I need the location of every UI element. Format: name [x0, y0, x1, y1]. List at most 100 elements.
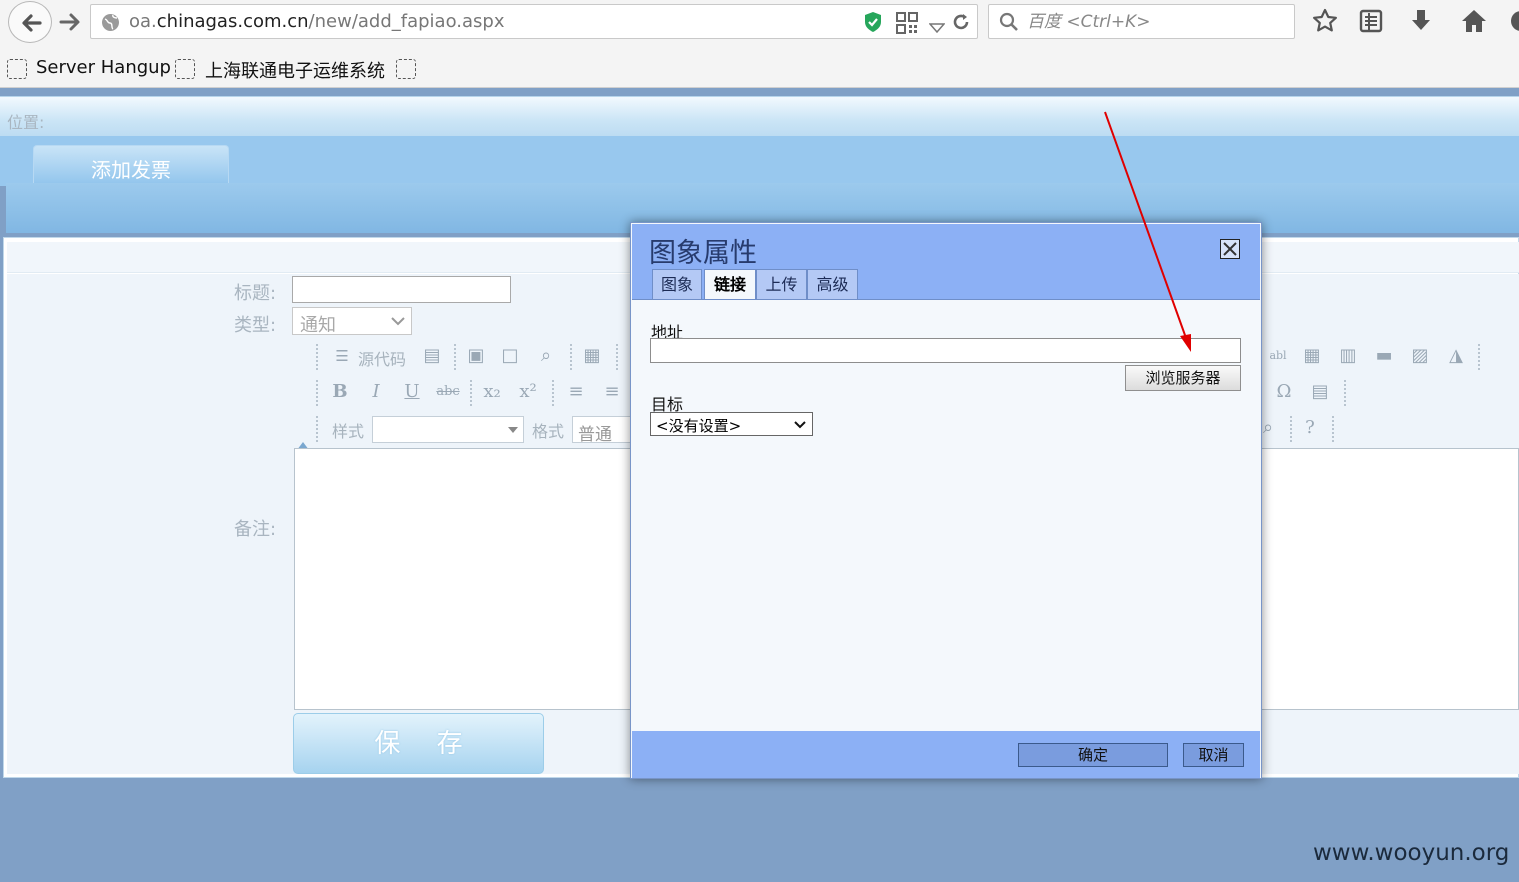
dialog-header: 图象属性 图象 链接 上传 高级	[632, 224, 1260, 301]
search-icon	[999, 12, 1019, 36]
url-domain: chinagas.com.cn	[156, 11, 309, 32]
location-label: 位置:	[7, 113, 45, 132]
toolbar-separator	[552, 380, 554, 406]
style-select[interactable]	[372, 416, 524, 443]
button-icon[interactable]: ▬	[1372, 344, 1396, 368]
menu-icon[interactable]	[1508, 8, 1519, 34]
dialog-tab-link[interactable]: 链接	[704, 269, 756, 301]
toolbar-separator	[316, 344, 318, 370]
forward-arrow-icon	[59, 13, 80, 31]
type-select[interactable]: 通知	[292, 307, 412, 336]
toolbar-separator	[616, 344, 618, 370]
download-icon[interactable]	[1408, 8, 1434, 34]
preview-icon[interactable]: ⌕	[534, 344, 558, 368]
target-select-value: <没有设置>	[656, 417, 742, 435]
search-input[interactable]	[1027, 11, 1287, 33]
style-label: 样式	[332, 422, 365, 441]
type-label: 类型:	[234, 315, 277, 336]
subscript-icon[interactable]: x₂	[480, 380, 504, 404]
paste-icon[interactable]: ▤	[420, 344, 444, 368]
reload-icon[interactable]	[951, 12, 971, 36]
close-button[interactable]	[1220, 239, 1240, 259]
format-select[interactable]: 普通	[572, 416, 632, 445]
back-button[interactable]	[8, 1, 52, 43]
bullet-list-icon[interactable]: ≡	[600, 380, 624, 404]
format-select-value: 普通	[578, 425, 612, 445]
chevron-down-icon	[794, 421, 806, 429]
location-bar: 位置:	[0, 96, 1519, 136]
superscript-icon[interactable]: x²	[516, 380, 540, 404]
url-prefix: oa.	[129, 11, 157, 32]
back-arrow-icon	[22, 14, 42, 32]
globe-icon	[101, 13, 120, 32]
text-field-icon[interactable]: abl	[1266, 344, 1290, 368]
toolbar-separator	[1478, 344, 1480, 370]
dropdown-arrow-icon	[508, 427, 518, 433]
table-icon[interactable]: ▦	[1300, 344, 1324, 368]
shield-icon[interactable]	[863, 11, 883, 37]
new-page-icon[interactable]: □	[498, 344, 522, 368]
special-char-icon[interactable]: Ω	[1272, 380, 1296, 404]
url-text[interactable]: oa.chinagas.com.cn/new/add_fapiao.aspx	[129, 11, 505, 32]
toolbar-separator	[570, 344, 572, 370]
underline-icon[interactable]: U	[400, 380, 424, 404]
save-button[interactable]: 保 存	[293, 713, 544, 774]
toolbar-separator	[470, 380, 472, 406]
title-input[interactable]	[292, 276, 511, 303]
strikethrough-icon[interactable]: abc	[436, 380, 460, 404]
search-bar[interactable]	[988, 4, 1295, 39]
title-label: 标题:	[234, 283, 277, 304]
template-icon[interactable]: ▦	[580, 344, 604, 368]
toolbar-separator	[316, 380, 318, 406]
target-select[interactable]: <没有设置>	[650, 412, 813, 436]
browse-server-button[interactable]: 浏览服务器	[1125, 365, 1241, 391]
bookmark-unicom-ops[interactable]: 上海联通电子运维系统	[205, 57, 385, 83]
flash-icon[interactable]: ◮	[1444, 344, 1468, 368]
toolbar-separator	[316, 416, 318, 442]
bookmark-folder-icon	[7, 59, 27, 79]
italic-icon[interactable]: I	[364, 380, 388, 404]
page-break-icon[interactable]: ▤	[1308, 380, 1332, 404]
url-path: /new/add_fapiao.aspx	[308, 11, 505, 32]
tab-add-invoice[interactable]: 添加发票	[33, 145, 229, 187]
dialog-tab-upload[interactable]: 上传	[756, 269, 807, 300]
help-icon[interactable]: ?	[1298, 416, 1322, 440]
watermark: www.wooyun.org	[1313, 840, 1510, 866]
qr-code-icon[interactable]	[896, 12, 918, 38]
address-bar[interactable]: oa.chinagas.com.cn/new/add_fapiao.aspx	[90, 4, 978, 39]
bold-icon[interactable]: B	[328, 380, 352, 404]
chevron-down-icon	[391, 317, 405, 326]
ok-button[interactable]: 确定	[1018, 743, 1168, 767]
dialog-tab-advanced[interactable]: 高级	[807, 269, 858, 300]
cancel-button[interactable]: 取消	[1183, 743, 1244, 767]
source-code-button[interactable]: 源代码	[358, 346, 406, 370]
image-icon[interactable]: ▨	[1408, 344, 1432, 368]
list-table-icon[interactable]: ▥	[1336, 344, 1360, 368]
bookmark-folder-icon[interactable]	[396, 59, 416, 79]
dropdown-arrow-icon[interactable]	[928, 18, 946, 37]
save-button-label: 保 存	[374, 729, 477, 759]
forward-button[interactable]	[58, 10, 84, 34]
toolbar-separator	[1332, 416, 1334, 442]
dialog-tab-image[interactable]: 图象	[652, 269, 702, 300]
source-code-icon[interactable]: ☰	[330, 344, 354, 368]
reading-list-icon[interactable]	[1358, 8, 1384, 34]
dialog-title: 图象属性	[649, 238, 757, 269]
bookmark-folder-icon	[175, 59, 195, 79]
bookmark-star-icon[interactable]	[1312, 8, 1338, 34]
address-input[interactable]	[650, 338, 1241, 363]
toolbar-separator	[1344, 380, 1346, 406]
save-icon[interactable]: ▣	[464, 344, 488, 368]
toolbar-separator	[454, 344, 456, 370]
close-icon	[1223, 242, 1237, 256]
bookmarks-toolbar: Server Hangup 上海联通电子运维系统	[0, 52, 1519, 86]
home-icon[interactable]	[1460, 8, 1486, 34]
image-properties-dialog: 图象属性 图象 链接 上传 高级 地址 浏览服务器 目标 <没有设置> 确定 取…	[630, 222, 1262, 779]
format-label: 格式	[532, 422, 565, 441]
type-select-value: 通知	[300, 315, 336, 336]
dialog-body	[632, 299, 1260, 731]
browser-chrome: oa.chinagas.com.cn/new/add_fapiao.aspx 百…	[0, 0, 1519, 88]
numbered-list-icon[interactable]: ≡	[564, 380, 588, 404]
bookmark-server-hangup[interactable]: Server Hangup	[36, 57, 171, 78]
toolbar-separator	[1290, 416, 1292, 442]
